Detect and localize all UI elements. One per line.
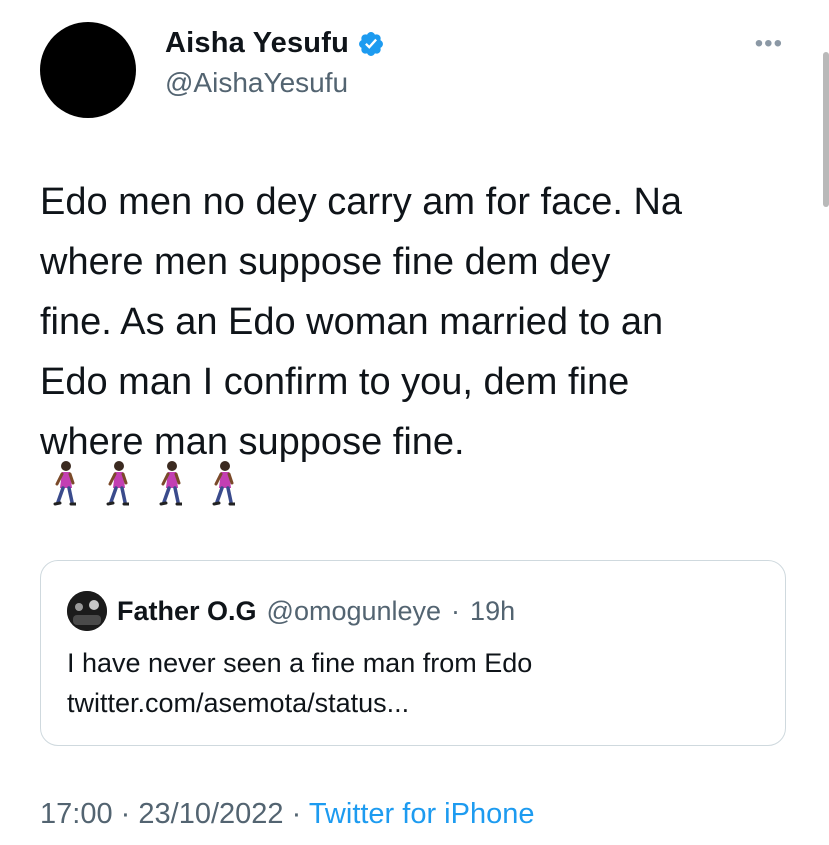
- more-options-icon[interactable]: •••: [755, 32, 783, 56]
- tweet-metadata: 17:00 · 23/10/2022 · Twitter for iPhone: [40, 798, 534, 831]
- woman-walking-icon: [158, 460, 184, 513]
- tweet-date[interactable]: 23/10/2022: [138, 798, 283, 830]
- quoted-tweet-text: I have never seen a fine man from Edo tw…: [67, 643, 767, 723]
- author-display-name[interactable]: Aisha Yesufu: [165, 27, 349, 60]
- tweet-text: Edo men no dey carry am for face. Na whe…: [40, 172, 800, 472]
- tweet-text-line: fine. As an Edo woman married to an: [40, 301, 664, 343]
- tweet-text-line: Edo man I confirm to you, dem fine: [40, 361, 630, 403]
- quoted-author-avatar[interactable]: [67, 591, 107, 631]
- quoted-author-handle[interactable]: @omogunleye: [267, 596, 442, 627]
- scrollbar[interactable]: [823, 52, 829, 207]
- woman-walking-icon: [211, 460, 237, 513]
- author-handle[interactable]: @AishaYesufu: [165, 67, 348, 99]
- verified-badge-icon: [357, 30, 385, 58]
- separator-dot: ·: [451, 595, 461, 626]
- tweet-page: Aisha Yesufu @AishaYesufu ••• Edo men no…: [0, 0, 829, 845]
- tweet-text-line: where men suppose fine dem dey: [40, 241, 611, 283]
- quoted-tweet-time[interactable]: 19h: [470, 596, 515, 627]
- separator-dot: ·: [120, 798, 131, 830]
- quoted-text-line: I have never seen a fine man from Edo: [67, 648, 533, 678]
- quoted-tweet-card[interactable]: Father O.G @omogunleye · 19h I have neve…: [40, 560, 786, 746]
- author-name-row: Aisha Yesufu: [165, 27, 385, 60]
- tweet-text-line: Edo men no dey carry am for face. Na: [40, 181, 683, 223]
- tweet-time[interactable]: 17:00: [40, 798, 113, 830]
- emoji-row: [52, 460, 237, 513]
- quoted-author-name[interactable]: Father O.G: [117, 596, 257, 627]
- quoted-text-link[interactable]: twitter.com/asemota/status...: [67, 683, 767, 723]
- author-avatar[interactable]: [40, 22, 136, 118]
- woman-walking-icon: [52, 460, 78, 513]
- separator-dot: ·: [291, 798, 302, 830]
- quoted-tweet-header: Father O.G @omogunleye · 19h: [67, 591, 515, 631]
- woman-walking-icon: [105, 460, 131, 513]
- tweet-source-link[interactable]: Twitter for iPhone: [309, 798, 535, 830]
